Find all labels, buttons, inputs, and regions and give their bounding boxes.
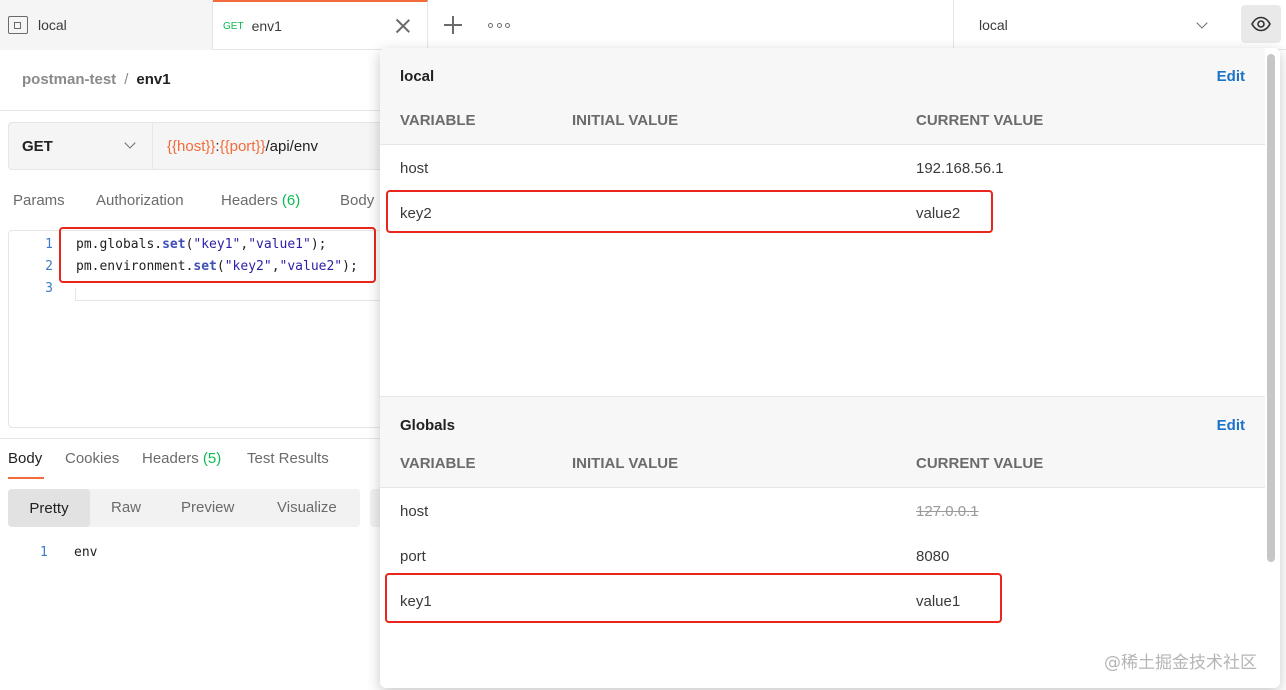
column-initial-value: INITIAL VALUE <box>572 455 679 472</box>
table-row: key1 value1 <box>380 579 1265 624</box>
column-variable: VARIABLE <box>400 112 476 129</box>
url-bar: GET {{host}}:{{port}}/api/env <box>8 122 388 170</box>
line-number: 2 <box>45 259 53 274</box>
table-row: host 127.0.0.1 <box>380 489 1265 534</box>
variable-name: host <box>400 160 429 177</box>
close-icon[interactable] <box>393 16 413 36</box>
tab-local-label: local <box>38 17 67 33</box>
breadcrumb-separator: / <box>124 71 129 88</box>
variable-name: key2 <box>400 205 432 222</box>
tab-response-headers-label: Headers <box>142 450 199 467</box>
environment-column-headers: VARIABLE INITIAL VALUE CURRENT VALUE <box>380 101 1265 145</box>
column-variable: VARIABLE <box>400 455 476 472</box>
line-number: 3 <box>45 281 53 296</box>
line-number: 1 <box>45 237 53 252</box>
variable-name: key1 <box>400 593 432 610</box>
current-value: 192.168.56.1 <box>916 160 1004 177</box>
table-row: port 8080 <box>380 534 1265 579</box>
chevron-down-icon <box>1196 17 1208 29</box>
globals-edit-link[interactable]: Edit <box>1217 417 1245 434</box>
tab-body[interactable]: Body <box>340 192 374 209</box>
tab-test-results[interactable]: Test Results <box>247 450 329 467</box>
view-visualize[interactable]: Visualize <box>277 499 337 516</box>
code-line: pm.environment.set("key2","value2"); <box>76 259 358 274</box>
environment-title: local <box>400 68 435 85</box>
url-host-variable: {{host}} <box>167 138 216 155</box>
environment-edit-link[interactable]: Edit <box>1217 68 1245 85</box>
environment-quick-look: local Edit VARIABLE INITIAL VALUE CURREN… <box>380 48 1280 688</box>
tab-headers-count: (6) <box>281 192 301 209</box>
code-line: pm.globals.set("key1","value1"); <box>76 237 327 252</box>
url-path: /api/env <box>265 138 319 155</box>
table-row: key2 value2 <box>380 191 1265 236</box>
tab-response-headers-count: (5) <box>202 450 222 467</box>
active-tab-indicator <box>8 477 44 479</box>
environment-quick-look-button[interactable] <box>1241 5 1281 43</box>
globals-title: Globals <box>400 417 456 434</box>
tab-headers[interactable]: Headers (6) <box>221 192 300 209</box>
plus-icon[interactable] <box>443 15 463 35</box>
tab-headers-label: Headers <box>221 192 278 209</box>
view-mode-selector: Pretty Raw Preview Visualize <box>8 489 360 527</box>
popover-scrollbar-thumb[interactable] <box>1267 54 1275 562</box>
current-value: value2 <box>916 205 961 222</box>
method-select[interactable]: GET <box>9 123 153 169</box>
globals-column-headers: VARIABLE INITIAL VALUE CURRENT VALUE <box>380 444 1265 488</box>
chevron-down-icon <box>124 137 136 149</box>
tab-response-body[interactable]: Body <box>8 450 42 467</box>
tab-env1-label: env1 <box>251 18 282 34</box>
breadcrumb: postman-test / env1 <box>22 71 171 88</box>
column-current-value: CURRENT VALUE <box>916 112 1044 129</box>
tab-cookies[interactable]: Cookies <box>65 450 119 467</box>
current-value: 8080 <box>916 548 950 565</box>
environment-section-header: local Edit <box>380 48 1265 103</box>
eye-icon <box>1251 16 1271 32</box>
variable-name: port <box>400 548 426 565</box>
response-divider <box>0 438 380 439</box>
url-port-variable: {{port}} <box>219 138 266 155</box>
tab-local[interactable]: local <box>0 0 213 50</box>
breadcrumb-collection[interactable]: postman-test <box>22 71 116 88</box>
watermark: @稀土掘金技术社区 <box>1104 653 1257 673</box>
environment-select[interactable]: local <box>953 0 1231 50</box>
view-raw[interactable]: Raw <box>111 499 141 516</box>
environment-select-value: local <box>979 17 1008 33</box>
column-initial-value: INITIAL VALUE <box>572 112 679 129</box>
table-row: host 192.168.56.1 <box>380 146 1265 191</box>
view-preview[interactable]: Preview <box>181 499 234 516</box>
tab-params[interactable]: Params <box>13 192 65 209</box>
column-current-value: CURRENT VALUE <box>916 455 1044 472</box>
header-divider <box>0 110 380 111</box>
active-line <box>75 288 395 301</box>
url-input[interactable]: {{host}}:{{port}}/api/env <box>167 138 318 155</box>
response-body-text: env <box>74 545 98 560</box>
more-icon[interactable] <box>488 15 510 35</box>
response-line-number: 1 <box>40 545 48 560</box>
script-editor[interactable]: 1 pm.globals.set("key1","value1"); 2 pm.… <box>8 230 395 428</box>
variable-name: host <box>400 503 429 520</box>
tab-env1[interactable]: GET env1 <box>213 0 428 50</box>
breadcrumb-request: env1 <box>136 71 171 88</box>
view-pretty[interactable]: Pretty <box>8 489 90 527</box>
tab-method-badge: GET <box>223 20 244 32</box>
tab-response-headers[interactable]: Headers (5) <box>142 450 221 467</box>
request-tab-icon <box>8 16 28 34</box>
current-value-overridden: 127.0.0.1 <box>916 503 979 520</box>
tab-bar: local GET env1 local <box>0 0 1286 50</box>
current-value: value1 <box>916 593 961 610</box>
method-select-value: GET <box>22 137 53 155</box>
tab-authorization[interactable]: Authorization <box>96 192 184 209</box>
